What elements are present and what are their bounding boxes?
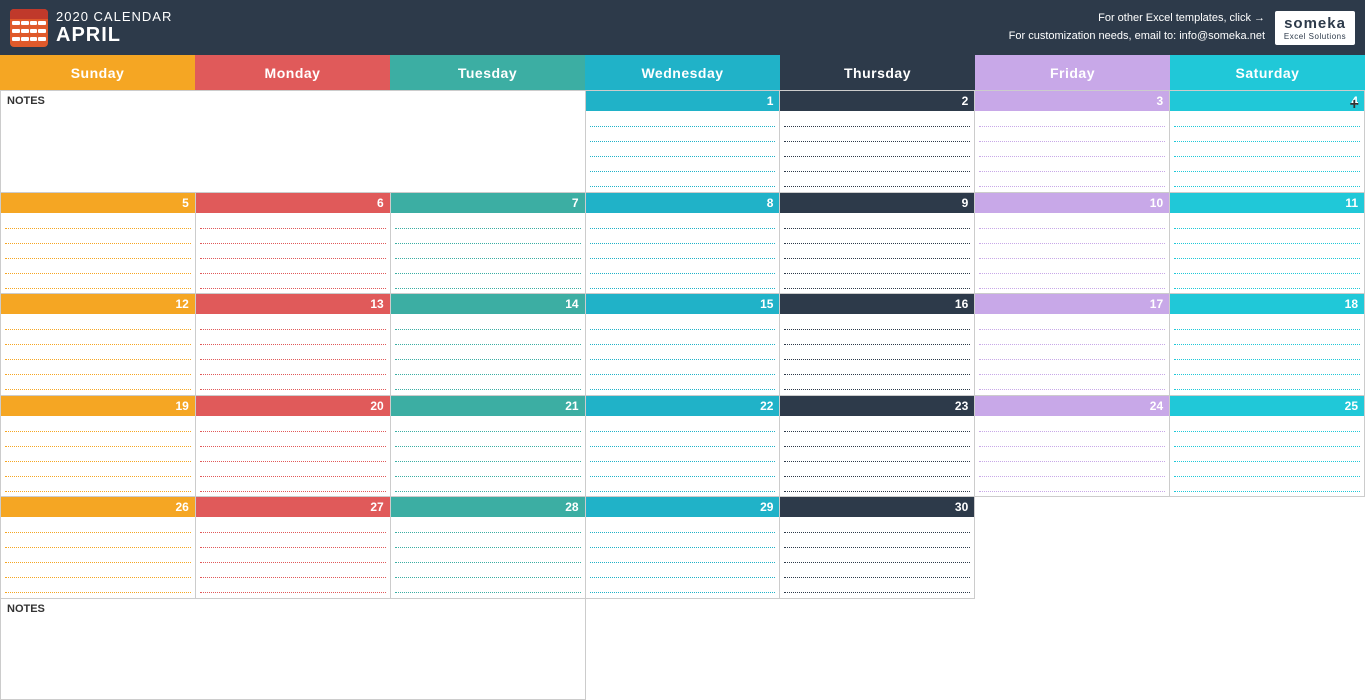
cal-day-23[interactable]: 23	[780, 396, 975, 498]
day-number: 3	[975, 91, 1169, 111]
cal-day-24[interactable]: 24	[975, 396, 1170, 498]
day-number: 5	[1, 193, 195, 213]
cal-day-30[interactable]: 30	[780, 497, 975, 599]
day-number: 20	[196, 396, 390, 416]
brand-name: someka	[1284, 15, 1346, 32]
cal-day-18[interactable]: 18	[1170, 294, 1365, 396]
calendar-icon	[10, 9, 48, 47]
day-number: 13	[196, 294, 390, 314]
day-number: 12	[1, 294, 195, 314]
day-number: 11	[1170, 193, 1364, 213]
cal-day-26[interactable]: 26	[1, 497, 196, 599]
calendar-grid: NOTES1234+567891011121314151617181920212…	[0, 90, 1365, 700]
day-number: 15	[586, 294, 780, 314]
cal-day-4[interactable]: 4+	[1170, 91, 1365, 193]
cal-day-25[interactable]: 25	[1170, 396, 1365, 498]
year-label: 2020 CALENDAR	[56, 9, 172, 24]
day-number: 8	[586, 193, 780, 213]
cal-day-16[interactable]: 16	[780, 294, 975, 396]
cal-day-20[interactable]: 20	[196, 396, 391, 498]
cal-day-13[interactable]: 13	[196, 294, 391, 396]
header-title: 2020 CALENDAR APRIL	[56, 9, 172, 47]
cal-day-27[interactable]: 27	[196, 497, 391, 599]
cal-day-12[interactable]: 12	[1, 294, 196, 396]
day-number: 2	[780, 91, 974, 111]
cal-day-29[interactable]: 29	[586, 497, 781, 599]
header-right-text: For other Excel templates, click → For c…	[1009, 10, 1265, 45]
cal-day-11[interactable]: 11	[1170, 193, 1365, 295]
app-header: 2020 CALENDAR APRIL For other Excel temp…	[0, 0, 1365, 55]
day-number: 30	[780, 497, 974, 517]
day-number: 28	[391, 497, 585, 517]
day-headers: Sunday Monday Tuesday Wednesday Thursday…	[0, 55, 1365, 90]
header-sunday: Sunday	[0, 55, 195, 90]
header-thursday: Thursday	[780, 55, 975, 90]
logo-section: 2020 CALENDAR APRIL	[0, 0, 182, 55]
cal-day-5[interactable]: 5	[1, 193, 196, 295]
cal-day-1[interactable]: 1	[586, 91, 781, 193]
day-number: 24	[975, 396, 1169, 416]
header-wednesday: Wednesday	[585, 55, 780, 90]
cal-day-19[interactable]: 19	[1, 396, 196, 498]
day-number: 18	[1170, 294, 1364, 314]
cal-day-14[interactable]: 14	[391, 294, 586, 396]
notes-top: NOTES	[1, 91, 586, 193]
header-friday: Friday	[975, 55, 1170, 90]
day-number: 27	[196, 497, 390, 517]
day-number: 19	[1, 396, 195, 416]
day-number: 23	[780, 396, 974, 416]
cal-day-10[interactable]: 10	[975, 193, 1170, 295]
day-number: 17	[975, 294, 1169, 314]
cal-day-7[interactable]: 7	[391, 193, 586, 295]
header-saturday: Saturday	[1170, 55, 1365, 90]
day-number: 4	[1170, 91, 1364, 111]
templates-link-text: For other Excel templates, click →	[1009, 10, 1265, 28]
day-number: 16	[780, 294, 974, 314]
cal-day-6[interactable]: 6	[196, 193, 391, 295]
day-number: 7	[391, 193, 585, 213]
header-monday: Monday	[195, 55, 390, 90]
day-number: 6	[196, 193, 390, 213]
day-number: 10	[975, 193, 1169, 213]
cal-day-2[interactable]: 2	[780, 91, 975, 193]
someka-logo: someka Excel Solutions	[1275, 11, 1355, 45]
day-number: 1	[586, 91, 780, 111]
cal-day-17[interactable]: 17	[975, 294, 1170, 396]
cal-day-9[interactable]: 9	[780, 193, 975, 295]
month-label: APRIL	[56, 24, 172, 47]
day-number: 26	[1, 497, 195, 517]
day-number: 29	[586, 497, 780, 517]
cal-day-3[interactable]: 3	[975, 91, 1170, 193]
notes-bottom: NOTES	[1, 599, 586, 700]
cal-day-22[interactable]: 22	[586, 396, 781, 498]
day-number: 9	[780, 193, 974, 213]
day-number: 21	[391, 396, 585, 416]
day-number: 22	[586, 396, 780, 416]
cal-day-15[interactable]: 15	[586, 294, 781, 396]
cal-day-8[interactable]: 8	[586, 193, 781, 295]
brand-sub: Excel Solutions	[1284, 32, 1346, 41]
cal-day-28[interactable]: 28	[391, 497, 586, 599]
day-number: 14	[391, 294, 585, 314]
email-text: For customization needs, email to: info@…	[1009, 28, 1265, 46]
header-right: For other Excel templates, click → For c…	[999, 0, 1365, 55]
header-tuesday: Tuesday	[390, 55, 585, 90]
cal-day-21[interactable]: 21	[391, 396, 586, 498]
notes-bottom-label: NOTES	[7, 603, 579, 615]
notes-label: NOTES	[7, 95, 579, 107]
day-number: 25	[1170, 396, 1364, 416]
cursor-plus-icon: +	[1350, 96, 1359, 114]
